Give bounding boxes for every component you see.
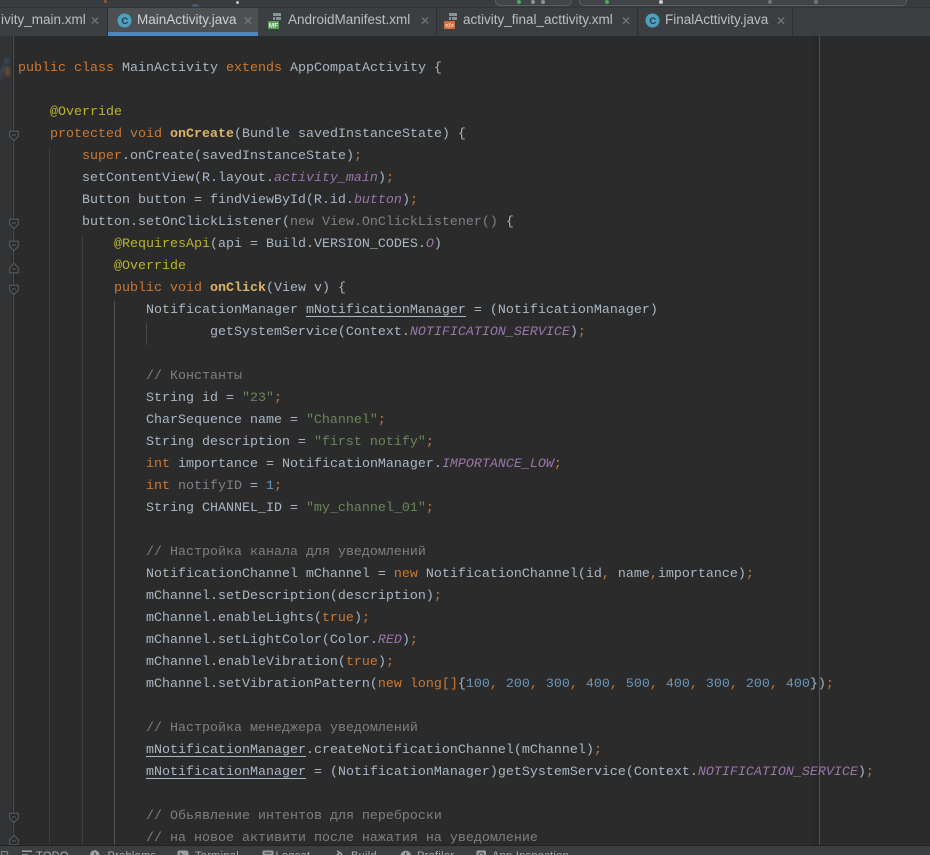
svg-text:MF: MF [269, 23, 278, 30]
svg-text:C: C [121, 16, 128, 27]
svg-text:</>: </> [445, 24, 454, 30]
svg-text:C: C [649, 16, 656, 27]
